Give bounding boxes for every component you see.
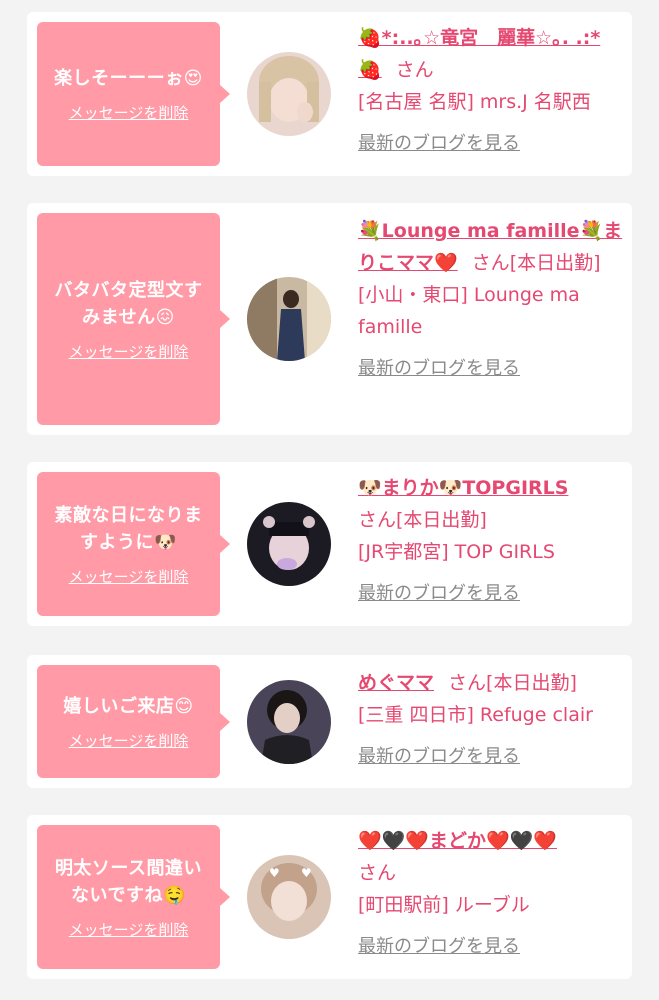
sender-info: 🍓*:..｡☆竜宮 麗華☆｡. .:*🍓 さん [名古屋 名駅] mrs.J 名駅…: [358, 22, 623, 160]
sender-name-link[interactable]: 🐶まりか🐶TOPGIRLS: [358, 477, 568, 499]
honorific: さん: [471, 252, 510, 274]
avatar[interactable]: [247, 502, 331, 586]
message-card: 明太ソース間違いないですね🤤 メッセージを削除 ♥ ♥ ❤️🖤❤️まどか❤️🖤❤…: [27, 815, 632, 979]
attendance-status: [本日出勤]: [486, 672, 577, 694]
shop-label: [小山・東口] Lounge ma famille: [358, 284, 580, 338]
honorific: さん: [358, 862, 397, 884]
sender-info: めぐママ さん[本日出勤] [三重 四日市] Refuge clair 最新のブロ…: [358, 667, 623, 773]
delete-message-link[interactable]: メッセージを削除: [69, 919, 189, 940]
sender-info: ❤️🖤❤️まどか❤️🖤❤️ さん [町田駅前] ルーブル 最新のブログを見る: [358, 825, 623, 963]
avatar[interactable]: [247, 277, 331, 361]
message-card: バタバタ定型文すみません😖 メッセージを削除 💐Lounge ma famill…: [27, 203, 632, 435]
message-list: 楽しそーーーぉ😍 メッセージを削除 🍓*:..｡☆竜宮 麗華☆｡. .:*🍓 さん…: [0, 0, 659, 1000]
latest-blog-link[interactable]: 最新のブログを見る: [358, 741, 623, 773]
shop-label: [名古屋 名駅] mrs.J 名駅西: [358, 91, 591, 113]
delete-message-link[interactable]: メッセージを削除: [69, 341, 189, 362]
attendance-status: [本日出勤]: [396, 509, 487, 531]
latest-blog-link[interactable]: 最新のブログを見る: [358, 578, 623, 610]
avatar[interactable]: ♥ ♥: [247, 855, 331, 939]
message-bubble: バタバタ定型文すみません😖 メッセージを削除: [37, 213, 230, 425]
honorific: さん: [358, 509, 397, 531]
honorific: さん: [395, 59, 434, 81]
message-text: 素敵な日になりますように🐶: [54, 504, 203, 553]
shop-label: [町田駅前] ルーブル: [358, 894, 530, 916]
attendance-status: [本日出勤]: [509, 252, 601, 274]
message-card: 嬉しいご来店😊 メッセージを削除 めぐママ さん[本日出勤] [三重 四日市] R…: [27, 655, 632, 788]
sender-name-link[interactable]: 🍓*:..｡☆竜宮 麗華☆｡. .:*🍓: [358, 27, 600, 81]
delete-message-link[interactable]: メッセージを削除: [69, 730, 189, 751]
avatar[interactable]: [247, 52, 331, 136]
sender-info: 💐Lounge ma famille💐まりこママ❤️ さん[本日出勤] [小山・東…: [358, 215, 623, 385]
shop-label: [JR宇都宮] TOP GIRLS: [358, 541, 555, 563]
svg-text:♥: ♥: [269, 866, 280, 880]
latest-blog-link[interactable]: 最新のブログを見る: [358, 931, 623, 963]
avatar[interactable]: [247, 680, 331, 764]
message-text: 明太ソース間違いないですね🤤: [54, 857, 203, 906]
latest-blog-link[interactable]: 最新のブログを見る: [358, 353, 623, 385]
message-text: 楽しそーーーぉ😍: [54, 68, 203, 89]
message-card: 楽しそーーーぉ😍 メッセージを削除 🍓*:..｡☆竜宮 麗華☆｡. .:*🍓 さん…: [27, 12, 632, 176]
message-bubble: 明太ソース間違いないですね🤤 メッセージを削除: [37, 825, 230, 969]
svg-text:♥: ♥: [301, 866, 312, 880]
message-text: 嬉しいご来店😊: [63, 695, 194, 717]
sender-name-link[interactable]: めぐママ: [358, 672, 434, 694]
sender-name-link[interactable]: ❤️🖤❤️まどか❤️🖤❤️: [358, 830, 557, 852]
delete-message-link[interactable]: メッセージを削除: [69, 102, 189, 123]
shop-label: [三重 四日市] Refuge clair: [358, 704, 593, 726]
honorific: さん: [448, 672, 487, 694]
message-card: 素敵な日になりますように🐶 メッセージを削除 🐶まりか🐶TOPGIRLS さん[…: [27, 462, 632, 626]
sender-info: 🐶まりか🐶TOPGIRLS さん[本日出勤] [JR宇都宮] TOP GIRLS…: [358, 472, 623, 610]
latest-blog-link[interactable]: 最新のブログを見る: [358, 128, 623, 160]
message-bubble: 楽しそーーーぉ😍 メッセージを削除: [37, 22, 230, 166]
message-bubble: 素敵な日になりますように🐶 メッセージを削除: [37, 472, 230, 616]
message-text: バタバタ定型文すみません😖: [54, 279, 203, 328]
delete-message-link[interactable]: メッセージを削除: [69, 566, 189, 587]
message-bubble: 嬉しいご来店😊 メッセージを削除: [37, 665, 230, 778]
